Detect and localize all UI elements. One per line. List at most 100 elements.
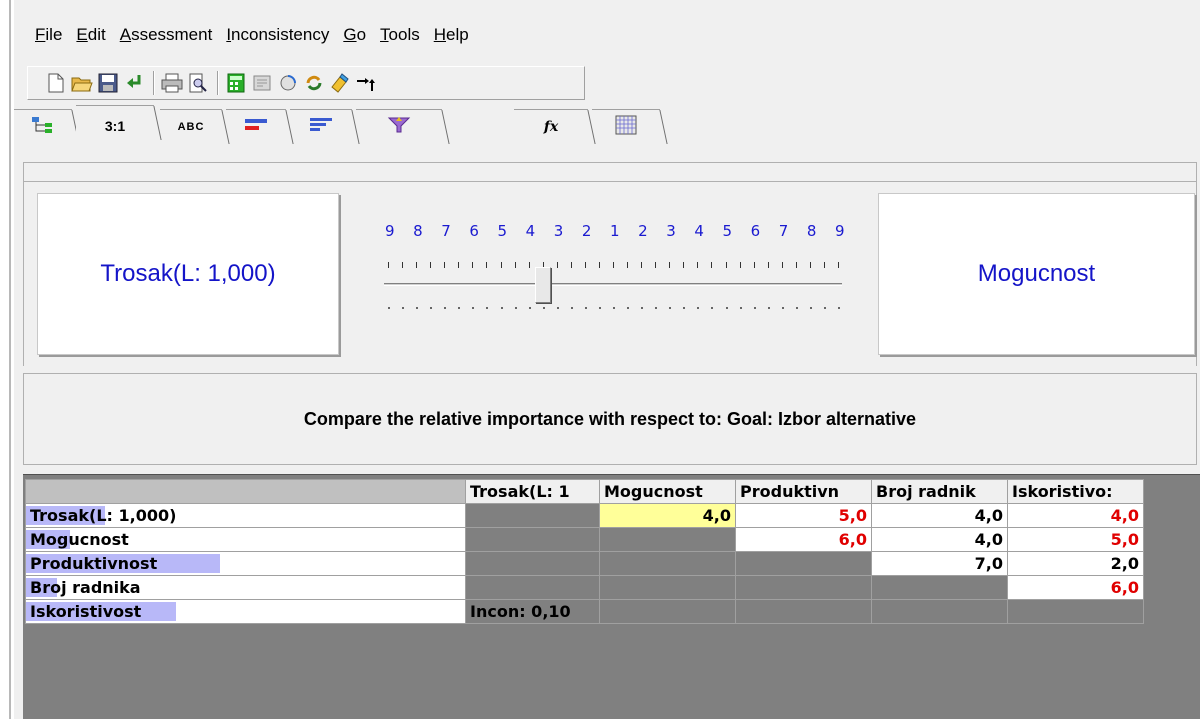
matrix-row-label[interactable]: Broj radnika — [25, 575, 466, 600]
tab-verbal-label: ABC — [177, 120, 205, 133]
matrix-cell[interactable]: 4,0 — [1007, 503, 1144, 528]
view-tabs: 3:1 ABC fx — [14, 105, 694, 145]
scale-number: 8 — [413, 222, 423, 240]
scale-number: 4 — [525, 222, 536, 240]
slider-track[interactable] — [384, 283, 842, 286]
scale-number: 6 — [469, 222, 479, 240]
toolbar — [27, 66, 585, 100]
scale-number: 2 — [581, 222, 592, 240]
comparison-matrix-area: Trosak(L: 1 Mogucnost Produktivn Broj radni… — [23, 474, 1200, 719]
scale-ticks — [383, 262, 853, 268]
matrix-cell-empty — [871, 575, 1008, 600]
menu-help[interactable]: Help — [427, 24, 476, 48]
tab-formula[interactable]: fx — [514, 109, 596, 144]
matrix-column-header[interactable]: Produktivn — [735, 479, 872, 504]
menu-tools[interactable]: Tools — [373, 24, 427, 48]
matrix-cell-empty — [465, 551, 600, 576]
right-element-box[interactable]: Mogucnost — [878, 193, 1195, 355]
toolbar-separator — [217, 71, 219, 95]
menu-go[interactable]: Go — [336, 24, 373, 48]
matrix-cell-empty — [599, 527, 736, 552]
print-preview-icon[interactable] — [186, 71, 210, 95]
scale-number: 3 — [553, 222, 564, 240]
scale-number: 7 — [778, 222, 789, 240]
matrix-row-label[interactable]: Iskoristivost — [25, 599, 466, 624]
sync-icon[interactable] — [302, 71, 326, 95]
refresh-icon[interactable] — [276, 71, 300, 95]
matrix-row-label[interactable]: Produktivnost — [25, 551, 466, 576]
toolbar-separator — [153, 71, 155, 95]
matrix-cell[interactable]: 5,0 — [1007, 527, 1144, 552]
scale-number: 9 — [385, 222, 395, 240]
matrix-column-header[interactable]: Broj radnik — [871, 479, 1008, 504]
left-element-box[interactable]: Trosak(L: 1,000) — [37, 193, 339, 355]
comparison-matrix: Trosak(L: 1 Mogucnost Produktivn Broj radni… — [25, 479, 1144, 624]
tab-funnel[interactable] — [356, 109, 450, 144]
tab-graphical[interactable] — [226, 109, 294, 144]
matrix-cell-empty — [871, 599, 1008, 624]
fx-icon: fx — [543, 118, 559, 135]
instruction-text: Compare the relative importance with res… — [303, 408, 917, 429]
matrix-cell[interactable]: 6,0 — [1007, 575, 1144, 600]
tab-bars[interactable] — [290, 109, 360, 144]
scale-number: 8 — [806, 222, 817, 240]
scale-number: 2 — [638, 222, 648, 240]
grid-icon — [615, 115, 637, 138]
calculator-icon[interactable] — [224, 71, 248, 95]
inconsistency-value: Incon: 0,10 — [465, 599, 600, 624]
matrix-cell-empty — [735, 575, 872, 600]
bars-icon — [309, 117, 333, 136]
tab-matrix[interactable] — [592, 109, 668, 144]
tree-icon — [31, 116, 55, 137]
tab-verbal[interactable]: ABC — [160, 109, 230, 144]
slider-dots — [383, 307, 853, 310]
document-icon[interactable] — [250, 71, 274, 95]
matrix-column-header[interactable]: Trosak(L: 1 — [465, 479, 600, 504]
menu-assessment[interactable]: Assessment — [113, 24, 220, 48]
menu-edit[interactable]: Edit — [69, 24, 112, 48]
matrix-cell[interactable]: 4,0 — [871, 503, 1008, 528]
matrix-cell-empty — [599, 575, 736, 600]
matrix-cell-empty — [465, 503, 600, 528]
matrix-row: Broj radnika 6,0 — [25, 575, 1144, 600]
matrix-row-label[interactable]: Trosak(L: 1,000) — [25, 503, 466, 528]
panel-top-strip — [23, 162, 1197, 182]
print-icon[interactable] — [160, 71, 184, 95]
matrix-cell-empty — [465, 527, 600, 552]
matrix-column-header[interactable]: Iskoristivo: — [1007, 479, 1144, 504]
matrix-cell-empty — [1007, 599, 1144, 624]
scale-number: 9 — [835, 222, 845, 240]
scale-number: 5 — [497, 222, 508, 240]
tab-tree[interactable] — [14, 109, 80, 144]
matrix-cell[interactable]: 7,0 — [871, 551, 1008, 576]
matrix-cell[interactable]: 4,0 — [599, 503, 736, 528]
matrix-cell-empty — [735, 599, 872, 624]
new-file-icon[interactable] — [44, 71, 68, 95]
matrix-cell[interactable]: 2,0 — [1007, 551, 1144, 576]
menu-file[interactable]: File — [28, 24, 69, 48]
matrix-row-label[interactable]: Mogucnost — [25, 527, 466, 552]
matrix-row: Produktivnost 7,0 2,0 — [25, 551, 1144, 576]
scale-number: 4 — [694, 222, 704, 240]
matrix-column-header[interactable]: Mogucnost — [599, 479, 736, 504]
matrix-cell[interactable]: 6,0 — [735, 527, 872, 552]
eraser-icon[interactable] — [328, 71, 352, 95]
matrix-cell-empty — [599, 599, 736, 624]
slider-thumb[interactable] — [534, 267, 551, 303]
menu-inconsistency[interactable]: Inconsistency — [219, 24, 336, 48]
matrix-cell[interactable]: 5,0 — [735, 503, 872, 528]
scale-number: 3 — [666, 222, 676, 240]
arrows-icon[interactable] — [354, 71, 378, 95]
scale-number: 1 — [610, 222, 620, 240]
funnel-icon — [387, 116, 411, 137]
comparison-panel: Trosak(L: 1,000) 98765432123456789 Moguc… — [23, 182, 1197, 366]
matrix-cell-empty — [599, 551, 736, 576]
right-element-label: Mogucnost — [977, 260, 1096, 287]
matrix-row: Iskoristivost Incon: 0,10 — [25, 599, 1144, 624]
open-folder-icon[interactable] — [70, 71, 94, 95]
import-icon[interactable] — [122, 71, 146, 95]
matrix-cell[interactable]: 4,0 — [871, 527, 1008, 552]
matrix-row: Trosak(L: 1,000) 4,0 5,0 4,0 4,0 — [25, 503, 1144, 528]
save-icon[interactable] — [96, 71, 120, 95]
tab-pairwise-numeric[interactable]: 3:1 — [76, 105, 162, 145]
